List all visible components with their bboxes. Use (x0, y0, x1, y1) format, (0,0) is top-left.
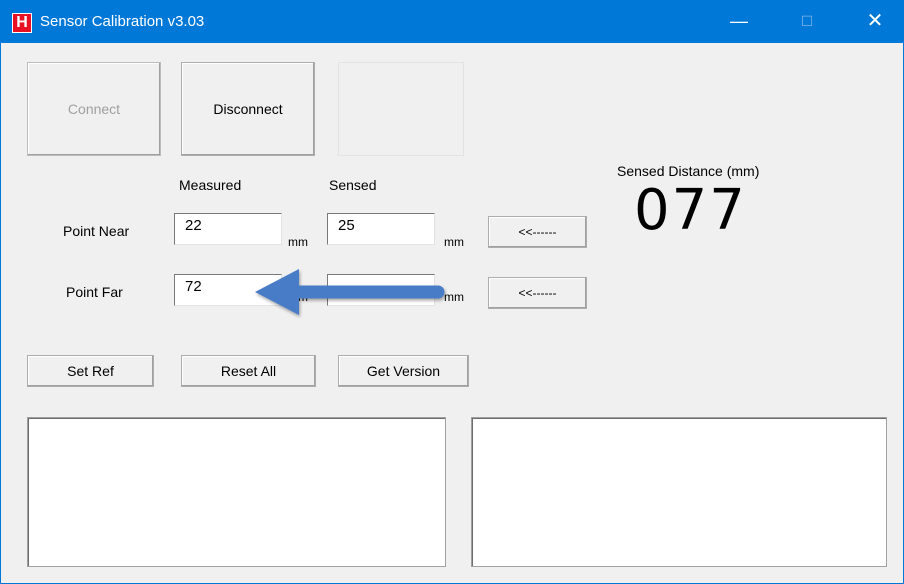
app-logo-icon: H (12, 13, 32, 33)
window-title: Sensor Calibration v3.03 (40, 13, 205, 30)
near-sensed-unit: mm (444, 235, 464, 249)
near-measured-unit: mm (288, 235, 308, 249)
sensed-distance-readout: 077 (634, 178, 747, 243)
far-measured-input[interactable]: 72 (174, 274, 282, 306)
sensed-column-label: Sensed (329, 177, 377, 193)
far-measured-unit: mm (288, 290, 308, 304)
set-ref-button[interactable]: Set Ref (27, 355, 154, 387)
copy-near-button[interactable]: <<------ (488, 216, 587, 248)
measured-column-label: Measured (179, 177, 242, 193)
get-version-button[interactable]: Get Version (338, 355, 469, 387)
disconnect-button[interactable]: Disconnect (181, 62, 315, 156)
far-sensed-input[interactable] (327, 274, 435, 306)
title-bar: H Sensor Calibration v3.03 — ☐ ✕ (0, 0, 904, 43)
disabled-blank-button (338, 62, 464, 156)
point-near-label: Point Near (63, 223, 130, 239)
log-textbox-right[interactable] (471, 417, 887, 567)
reset-all-button[interactable]: Reset All (181, 355, 316, 387)
minimize-button[interactable]: — (716, 0, 762, 43)
point-far-label: Point Far (66, 284, 123, 300)
connect-button[interactable]: Connect (27, 62, 161, 156)
near-measured-input[interactable]: 22 (174, 213, 282, 245)
log-textbox-left[interactable] (27, 417, 446, 567)
copy-far-button[interactable]: <<------ (488, 277, 587, 309)
near-sensed-input[interactable]: 25 (327, 213, 435, 245)
maximize-button[interactable]: ☐ (784, 0, 830, 43)
sensed-distance-label: Sensed Distance (mm) (617, 163, 760, 179)
close-button[interactable]: ✕ (852, 0, 898, 43)
far-sensed-unit: mm (444, 290, 464, 304)
